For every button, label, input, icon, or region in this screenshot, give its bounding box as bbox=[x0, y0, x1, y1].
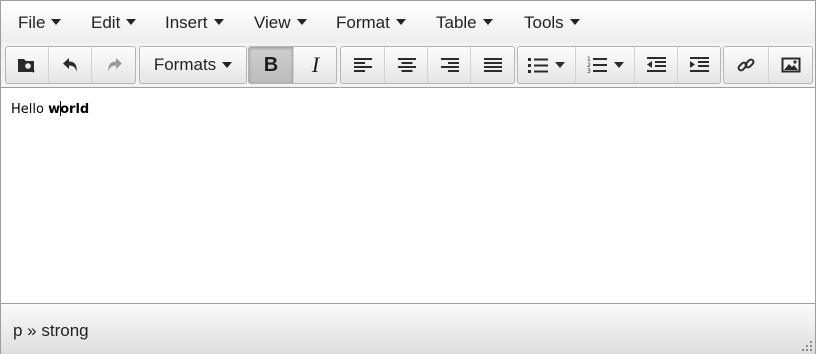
svg-text:3: 3 bbox=[587, 68, 591, 74]
find-replace-icon bbox=[18, 59, 35, 73]
menu-table[interactable]: Table bbox=[436, 13, 493, 35]
align-center-icon bbox=[397, 58, 416, 72]
menu-view[interactable]: View bbox=[254, 13, 307, 35]
bullet-list-button[interactable] bbox=[518, 47, 575, 83]
chevron-down-icon bbox=[395, 19, 406, 25]
align-justify-icon bbox=[484, 58, 502, 72]
chevron-down-icon bbox=[51, 19, 62, 25]
undo-icon bbox=[62, 58, 77, 72]
undo-button[interactable] bbox=[48, 47, 92, 83]
menu-file[interactable]: File bbox=[18, 13, 62, 35]
outdent-button[interactable] bbox=[634, 47, 678, 83]
numbered-list-button[interactable]: 1 2 3 bbox=[575, 47, 635, 83]
numbered-list-icon: 1 2 3 bbox=[587, 56, 607, 74]
editor-content-area[interactable]: Hello world bbox=[1, 88, 815, 303]
formats-dropdown[interactable]: Formats bbox=[140, 47, 246, 83]
menu-edit[interactable]: Edit bbox=[91, 13, 137, 35]
align-justify-button[interactable] bbox=[470, 47, 514, 83]
chevron-down-icon bbox=[126, 19, 137, 25]
align-center-button[interactable] bbox=[384, 47, 428, 83]
toolbar-group-insert bbox=[723, 46, 813, 84]
indent-button[interactable] bbox=[677, 47, 720, 83]
bullet-list-icon bbox=[528, 57, 548, 73]
paragraph: Hello world bbox=[11, 101, 90, 117]
resize-grip-icon[interactable] bbox=[802, 341, 812, 351]
rich-text-editor: File Edit Insert View Format Table Tools bbox=[0, 0, 816, 354]
menubar: File Edit Insert View Format Table Tools bbox=[1, 1, 815, 44]
link-button[interactable] bbox=[724, 47, 768, 83]
chevron-down-icon bbox=[222, 62, 233, 68]
bold-icon: B bbox=[263, 53, 279, 76]
menu-tools[interactable]: Tools bbox=[524, 13, 580, 35]
image-button[interactable] bbox=[768, 47, 812, 83]
chevron-down-icon bbox=[482, 19, 493, 25]
toolbar-group-text-style: B I bbox=[248, 46, 337, 84]
image-icon bbox=[781, 57, 801, 73]
chevron-down-icon bbox=[213, 19, 224, 25]
bold-text: world bbox=[48, 101, 90, 117]
chevron-down-icon bbox=[569, 19, 580, 25]
toolbar: Formats B I 1 2 3 bbox=[1, 43, 815, 88]
indent-icon bbox=[690, 57, 709, 72]
chevron-down-icon bbox=[296, 19, 307, 25]
outdent-icon bbox=[647, 57, 666, 72]
link-icon bbox=[737, 58, 755, 72]
align-right-icon bbox=[440, 58, 459, 72]
italic-icon: I bbox=[311, 52, 320, 77]
align-left-button[interactable] bbox=[341, 47, 384, 83]
toolbar-group-history bbox=[5, 46, 136, 84]
chevron-down-icon bbox=[614, 62, 624, 68]
chevron-down-icon bbox=[555, 62, 565, 68]
toolbar-group-alignment bbox=[340, 46, 515, 84]
statusbar: p » strong bbox=[1, 303, 815, 354]
toolbar-group-formats: Formats bbox=[139, 46, 247, 84]
redo-button[interactable] bbox=[91, 47, 135, 83]
toolbar-group-lists: 1 2 3 bbox=[517, 46, 721, 84]
align-right-button[interactable] bbox=[427, 47, 471, 83]
menu-format[interactable]: Format bbox=[336, 13, 406, 35]
bold-button[interactable]: B bbox=[249, 47, 293, 83]
redo-icon bbox=[108, 58, 122, 72]
element-path[interactable]: p » strong bbox=[13, 321, 89, 341]
find-replace-button[interactable] bbox=[6, 47, 48, 83]
italic-button[interactable]: I bbox=[293, 47, 336, 83]
menu-insert[interactable]: Insert bbox=[165, 13, 224, 35]
align-left-icon bbox=[353, 58, 372, 72]
